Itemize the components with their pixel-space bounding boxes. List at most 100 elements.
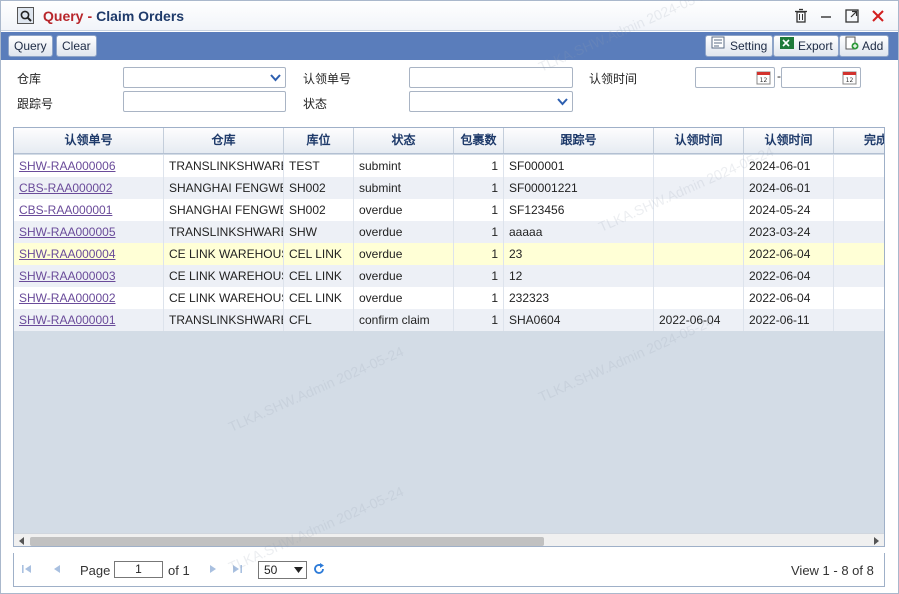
claim-time-2-cell: 2022-06-11 bbox=[744, 309, 834, 331]
tracking-cell: SF00001221 bbox=[504, 177, 654, 199]
setting-icon bbox=[711, 36, 727, 56]
title-name: Claim Orders bbox=[96, 8, 185, 24]
warehouse-cell: TRANSLINKSHWARE bbox=[164, 221, 284, 243]
chevron-down-icon bbox=[270, 74, 281, 82]
pager: Page 1 of 1 50 View 1 - 8 of 8 bbox=[13, 553, 885, 587]
add-button[interactable]: Add bbox=[839, 35, 890, 57]
column-header-warehouse[interactable]: 仓库 bbox=[164, 128, 284, 153]
window-title: Query - Claim Orders bbox=[43, 8, 184, 24]
maximize-icon[interactable] bbox=[843, 7, 861, 25]
minimize-icon[interactable] bbox=[817, 7, 835, 25]
scroll-right-icon[interactable] bbox=[871, 536, 881, 546]
status-cell: overdue bbox=[354, 221, 454, 243]
status-cell: submint bbox=[354, 177, 454, 199]
claim-time-2-cell: 2024-06-01 bbox=[744, 155, 834, 177]
location-cell: SH002 bbox=[284, 177, 354, 199]
claim-time-to-input[interactable]: 12 bbox=[781, 67, 861, 88]
table-row[interactable]: SHW-RAA000005 TRANSLINKSHWARE SHW overdu… bbox=[14, 221, 884, 243]
table-row[interactable]: SHW-RAA000004 CE LINK WAREHOUSE CEL LINK… bbox=[14, 243, 884, 265]
status-cell: overdue bbox=[354, 287, 454, 309]
first-page-icon[interactable] bbox=[20, 562, 34, 576]
claim-no-cell[interactable]: SHW-RAA000001 bbox=[14, 309, 164, 331]
column-header-status[interactable]: 状态 bbox=[354, 128, 454, 153]
close-icon[interactable] bbox=[869, 7, 887, 25]
claim-no-link[interactable]: SHW-RAA000002 bbox=[19, 291, 116, 305]
claim-no-link[interactable]: SHW-RAA000005 bbox=[19, 225, 116, 239]
warehouse-cell: CE LINK WAREHOUSE bbox=[164, 287, 284, 309]
toolbar: Query Clear Setting Export Add bbox=[1, 32, 898, 60]
claim-orders-grid: 认领单号 仓库 库位 状态 包裹数 跟踪号 认领时间 认领时间 完成 SHW-R… bbox=[13, 127, 885, 547]
page-count-label: of 1 bbox=[168, 563, 190, 578]
refresh-icon[interactable] bbox=[312, 562, 326, 576]
calendar-icon[interactable]: 12 bbox=[756, 70, 771, 85]
location-cell: SHW bbox=[284, 221, 354, 243]
warehouse-cell: TRANSLINKSHWARE bbox=[164, 155, 284, 177]
status-select[interactable] bbox=[409, 91, 573, 112]
scroll-left-icon[interactable] bbox=[17, 536, 27, 546]
claim-no-input[interactable] bbox=[409, 67, 573, 88]
warehouse-label: 仓库 bbox=[17, 72, 42, 86]
table-row[interactable]: CBS-RAA000002 SHANGHAI FENGWEI SH002 sub… bbox=[14, 177, 884, 199]
tracking-cell: SHA0604 bbox=[504, 309, 654, 331]
claim-no-cell[interactable]: SHW-RAA000006 bbox=[14, 155, 164, 177]
table-row[interactable]: CBS-RAA000001 SHANGHAI FENGWEI SH002 ove… bbox=[14, 199, 884, 221]
claim-no-link[interactable]: SHW-RAA000001 bbox=[19, 313, 116, 327]
column-header-claim-no[interactable]: 认领单号 bbox=[14, 128, 164, 153]
column-header-claim-time-2[interactable]: 认领时间 bbox=[744, 128, 834, 153]
claim-time-cell bbox=[654, 155, 744, 177]
warehouse-cell: CE LINK WAREHOUSE bbox=[164, 265, 284, 287]
claim-orders-window: Query - Claim Orders Query Clear Setting E… bbox=[0, 0, 899, 594]
warehouse-cell: SHANGHAI FENGWEI bbox=[164, 177, 284, 199]
claim-no-label: 认领单号 bbox=[303, 72, 352, 86]
calendar-icon[interactable]: 12 bbox=[842, 70, 857, 85]
claim-no-link[interactable]: SHW-RAA000004 bbox=[19, 247, 116, 261]
claim-time-cell bbox=[654, 177, 744, 199]
scrollbar-thumb[interactable] bbox=[30, 537, 544, 546]
packages-cell: 1 bbox=[454, 265, 504, 287]
claim-time-from-input[interactable]: 12 bbox=[695, 67, 775, 88]
table-row[interactable]: SHW-RAA000002 CE LINK WAREHOUSE CEL LINK… bbox=[14, 287, 884, 309]
claim-no-cell[interactable]: SHW-RAA000002 bbox=[14, 287, 164, 309]
horizontal-scrollbar[interactable] bbox=[14, 533, 884, 546]
table-row[interactable]: SHW-RAA000001 TRANSLINKSHWARE CFL confir… bbox=[14, 309, 884, 331]
column-header-claim-time[interactable]: 认领时间 bbox=[654, 128, 744, 153]
table-row[interactable]: SHW-RAA000006 TRANSLINKSHWARE TEST submi… bbox=[14, 155, 884, 177]
packages-cell: 1 bbox=[454, 199, 504, 221]
packages-cell: 1 bbox=[454, 177, 504, 199]
column-header-tracking[interactable]: 跟踪号 bbox=[504, 128, 654, 153]
claim-time-2-cell: 2024-06-01 bbox=[744, 177, 834, 199]
claim-no-cell[interactable]: CBS-RAA000001 bbox=[14, 199, 164, 221]
claim-no-link[interactable]: SHW-RAA000006 bbox=[19, 159, 116, 173]
tracking-input[interactable] bbox=[123, 91, 286, 112]
location-cell: CEL LINK bbox=[284, 287, 354, 309]
query-button[interactable]: Query bbox=[8, 35, 53, 57]
claim-no-link[interactable]: CBS-RAA000002 bbox=[19, 181, 112, 195]
page-size-value: 50 bbox=[264, 563, 278, 577]
packages-cell: 1 bbox=[454, 155, 504, 177]
setting-label: Setting bbox=[730, 39, 768, 53]
page-size-select[interactable]: 50 bbox=[258, 561, 307, 579]
claim-no-cell[interactable]: SHW-RAA000004 bbox=[14, 243, 164, 265]
clear-button[interactable]: Clear bbox=[56, 35, 97, 57]
warehouse-select[interactable] bbox=[123, 67, 286, 88]
claim-no-cell[interactable]: SHW-RAA000005 bbox=[14, 221, 164, 243]
column-header-packages[interactable]: 包裹数 bbox=[454, 128, 504, 153]
column-header-location[interactable]: 库位 bbox=[284, 128, 354, 153]
title-query: Query bbox=[43, 8, 84, 24]
export-button[interactable]: Export bbox=[773, 35, 839, 57]
claim-time-2-cell: 2023-03-24 bbox=[744, 221, 834, 243]
claim-no-cell[interactable]: CBS-RAA000002 bbox=[14, 177, 164, 199]
next-page-icon[interactable] bbox=[206, 562, 220, 576]
warehouse-cell: SHANGHAI FENGWEI bbox=[164, 199, 284, 221]
claim-no-cell[interactable]: SHW-RAA000003 bbox=[14, 265, 164, 287]
trash-icon[interactable] bbox=[792, 7, 810, 25]
table-row[interactable]: SHW-RAA000003 CE LINK WAREHOUSE CEL LINK… bbox=[14, 265, 884, 287]
claim-no-link[interactable]: CBS-RAA000001 bbox=[19, 203, 112, 217]
previous-page-icon[interactable] bbox=[50, 562, 64, 576]
page-number-input[interactable]: 1 bbox=[114, 561, 163, 578]
column-header-complete[interactable]: 完成 bbox=[834, 128, 884, 153]
last-page-icon[interactable] bbox=[230, 562, 244, 576]
claim-time-cell: 2022-06-04 bbox=[654, 309, 744, 331]
claim-no-link[interactable]: SHW-RAA000003 bbox=[19, 269, 116, 283]
setting-button[interactable]: Setting bbox=[705, 35, 774, 57]
